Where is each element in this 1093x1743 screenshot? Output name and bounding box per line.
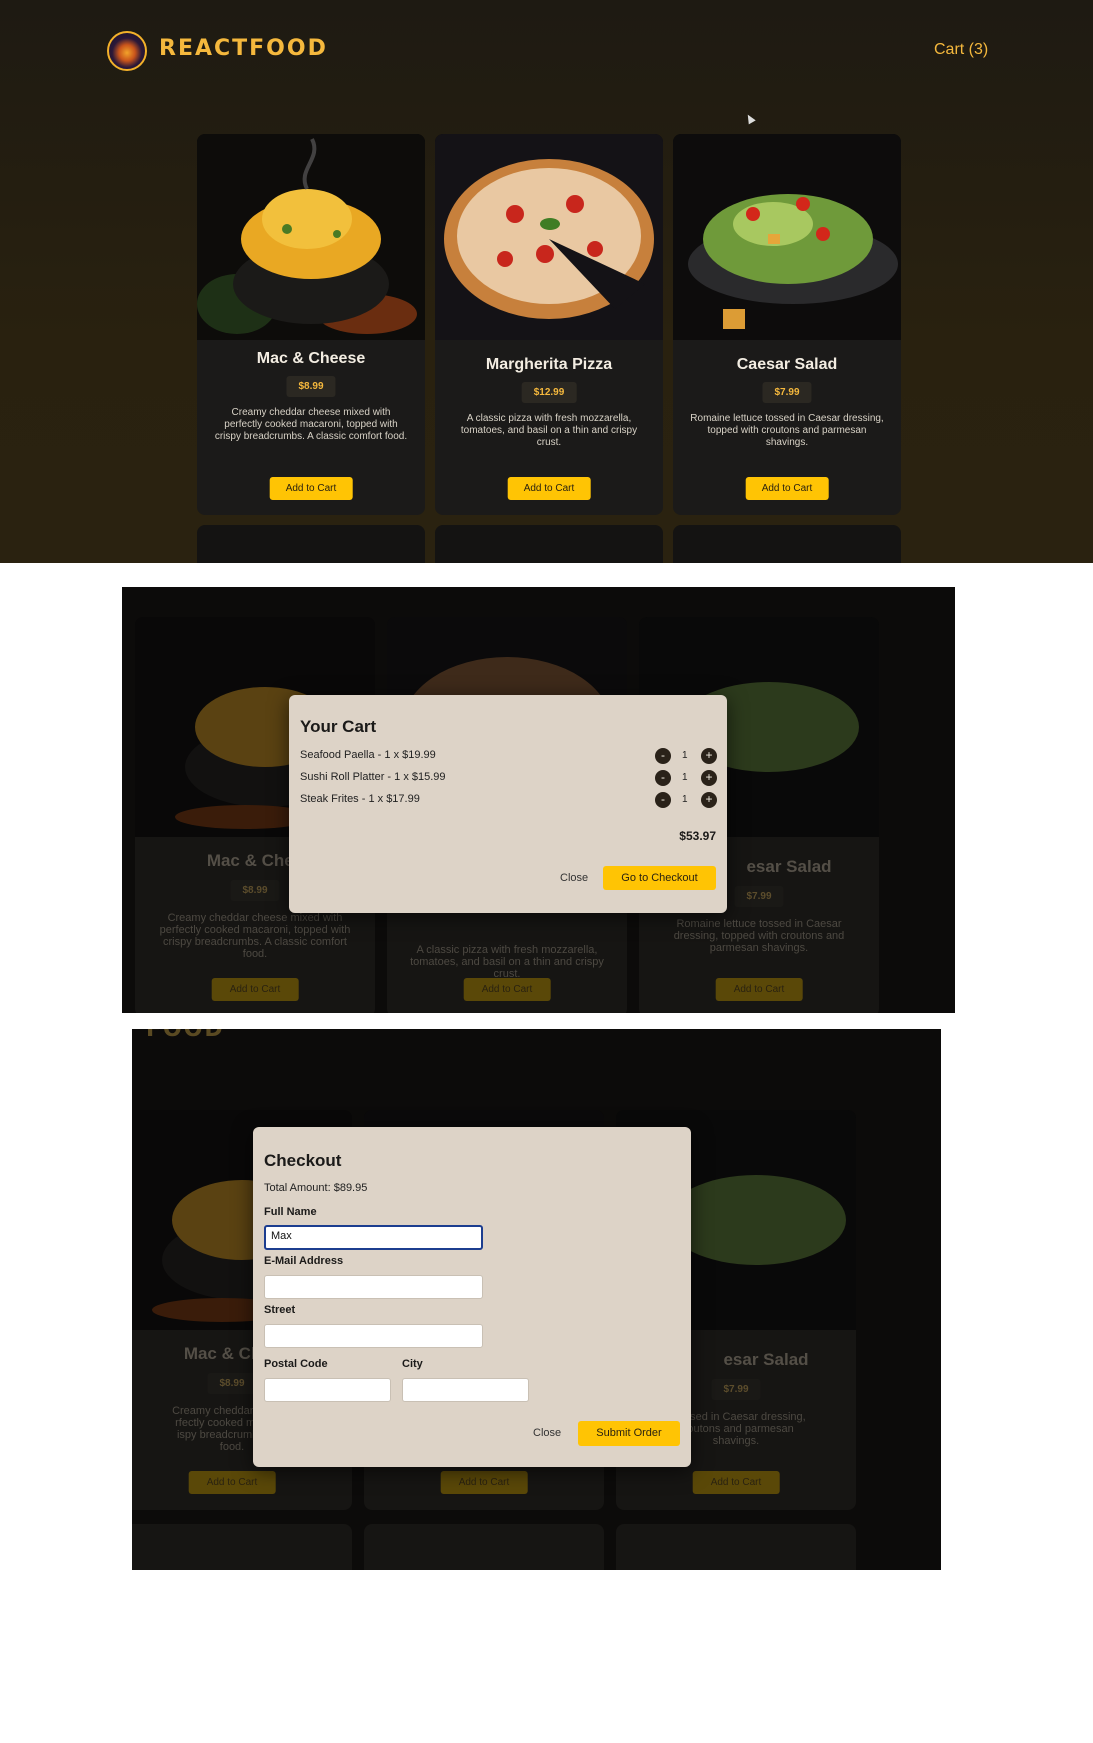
meal-price: $7.99 [762, 382, 812, 403]
meal-price: $8.99 [286, 376, 336, 397]
quantity-value: 1 [682, 750, 688, 761]
add-to-cart-button[interactable]: Add to Cart [269, 477, 353, 500]
meal-card: Caesar Salad $7.99 Romaine lettuce tosse… [673, 134, 901, 515]
cart-item: Sushi Roll Platter - 1 x $15.99 - 1 + [300, 769, 717, 787]
add-to-cart-button: Add to Cart [188, 1471, 276, 1494]
submit-order-button[interactable]: Submit Order [578, 1421, 680, 1446]
salad-image [673, 134, 901, 340]
decrease-button[interactable]: - [655, 770, 671, 786]
logo-icon [107, 31, 147, 71]
meal-price: $7.99 [734, 886, 784, 907]
cart-item-label: Steak Frites - 1 x $17.99 [300, 793, 420, 805]
decrease-button[interactable]: - [655, 792, 671, 808]
quantity-stepper: - 1 + [655, 769, 717, 787]
menu-page-screenshot: REACTFOOD Cart (3) Mac & Cheese $8.99 Cr… [0, 0, 1093, 563]
add-to-cart-button: Add to Cart [463, 978, 551, 1001]
close-button[interactable]: Close [533, 1427, 561, 1439]
modal-title: Your Cart [300, 717, 377, 736]
email-input[interactable] [264, 1275, 483, 1299]
cart-item-label: Seafood Paella - 1 x $19.99 [300, 749, 436, 761]
quantity-stepper: - 1 + [655, 791, 717, 809]
quantity-value: 1 [682, 772, 688, 783]
meal-description: Romaine lettuce tossed in Caesar dressin… [673, 918, 845, 954]
close-button[interactable]: Close [560, 872, 588, 884]
cart-item: Steak Frites - 1 x $17.99 - 1 + [300, 791, 717, 809]
cart-item: Seafood Paella - 1 x $19.99 - 1 + [300, 747, 717, 765]
street-input[interactable] [264, 1324, 483, 1348]
logo-text: REACTFOOD [159, 36, 328, 61]
logo-text-fragment: FOOD [146, 1029, 225, 1042]
meal-card-partial [435, 525, 663, 563]
meal-card-partial [364, 1524, 604, 1570]
meal-card-partial [616, 1524, 856, 1570]
add-to-cart-button: Add to Cart [211, 978, 299, 1001]
add-to-cart-button[interactable]: Add to Cart [507, 477, 591, 500]
meal-description: Creamy cheddar cheese mixed with perfect… [214, 407, 408, 442]
meal-price: $7.99 [711, 1379, 761, 1400]
mac-cheese-image [197, 134, 425, 340]
add-to-cart-button: Add to Cart [715, 978, 803, 1001]
decrease-button[interactable]: - [655, 748, 671, 764]
checkout-modal-screenshot: FOOD Mac & Chee $8.99 Creamy cheddar che… [132, 1029, 941, 1570]
meal-price: $8.99 [207, 1373, 257, 1394]
pizza-image [435, 134, 663, 340]
meal-description: A classic pizza with fresh mozzarella, t… [410, 944, 604, 980]
full-name-input[interactable]: Max [264, 1225, 483, 1250]
add-to-cart-button: Add to Cart [692, 1471, 780, 1494]
meal-card: Mac & Cheese $8.99 Creamy cheddar cheese… [197, 134, 425, 515]
quantity-stepper: - 1 + [655, 747, 717, 765]
meal-description: Creamy cheddar cheese mixed with perfect… [159, 912, 351, 960]
city-label: City [402, 1358, 423, 1370]
email-label: E-Mail Address [264, 1255, 344, 1267]
meal-name: Caesar Salad [736, 356, 838, 373]
total-amount: Total Amount: $89.95 [264, 1182, 368, 1194]
city-input[interactable] [402, 1378, 529, 1402]
checkout-modal: Checkout Total Amount: $89.95 Full Name … [253, 1127, 691, 1467]
increase-button[interactable]: + [701, 792, 717, 808]
quantity-value: 1 [682, 794, 688, 805]
cart-modal-screenshot: Mac & Chee $8.99 Creamy cheddar cheese m… [122, 587, 955, 1013]
meal-card-partial [197, 525, 425, 563]
site-header: REACTFOOD Cart (3) [0, 0, 1093, 100]
modal-title: Checkout [264, 1151, 342, 1170]
meal-name: Mac & Cheese [256, 350, 366, 367]
add-to-cart-button: Add to Cart [440, 1471, 528, 1494]
full-name-label: Full Name [264, 1206, 317, 1218]
meal-card-partial [132, 1524, 352, 1570]
meal-card: Margherita Pizza $12.99 A classic pizza … [435, 134, 663, 515]
meal-card-partial [673, 525, 901, 563]
meal-price: $8.99 [230, 880, 280, 901]
add-to-cart-button[interactable]: Add to Cart [745, 477, 829, 500]
cart-button[interactable]: Cart (3) [934, 41, 988, 59]
meal-price: $12.99 [521, 382, 577, 403]
mouse-cursor-icon [744, 112, 756, 125]
meal-description: A classic pizza with fresh mozzarella, t… [460, 413, 638, 448]
meal-description: Romaine lettuce tossed in Caesar dressin… [690, 413, 884, 448]
postal-code-label: Postal Code [264, 1358, 328, 1370]
postal-code-input[interactable] [264, 1378, 391, 1402]
street-label: Street [264, 1304, 296, 1316]
cart-modal: Your Cart Seafood Paella - 1 x $19.99 - … [289, 695, 727, 913]
increase-button[interactable]: + [701, 770, 717, 786]
increase-button[interactable]: + [701, 748, 717, 764]
go-to-checkout-button[interactable]: Go to Checkout [603, 866, 716, 890]
cart-total: $53.97 [679, 829, 716, 843]
cart-item-label: Sushi Roll Platter - 1 x $15.99 [300, 771, 446, 783]
meal-name: Margherita Pizza [485, 356, 613, 373]
